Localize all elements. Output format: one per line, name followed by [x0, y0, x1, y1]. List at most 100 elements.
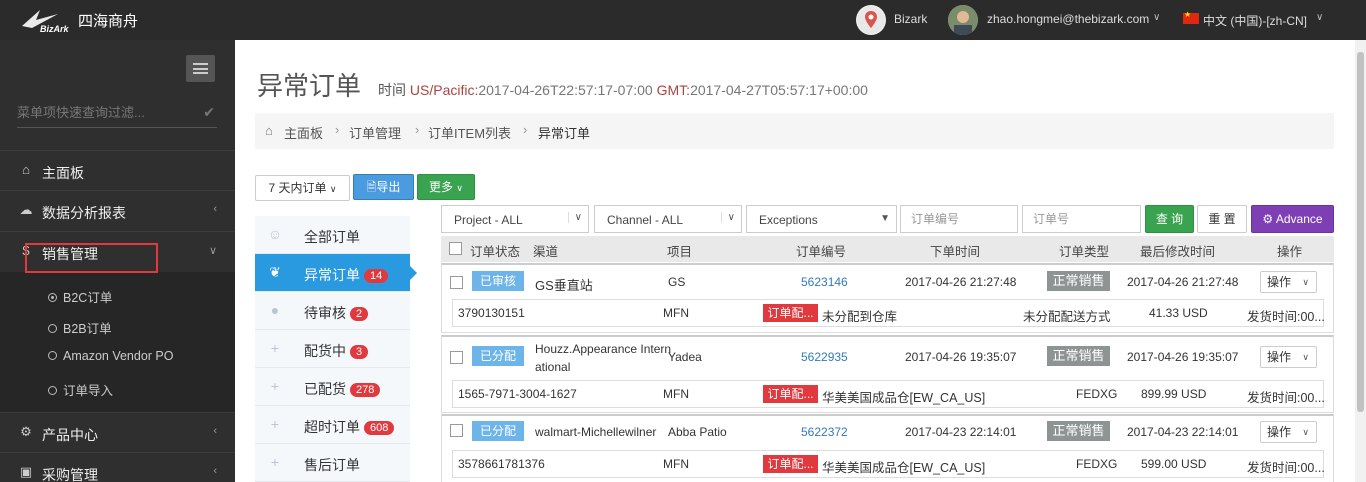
breadcrumb-item-dashboard[interactable]: 主面板: [284, 123, 323, 142]
order-time-cell: 2017-04-23 22:14:01: [905, 425, 1017, 439]
header-order-no: 订单编号: [796, 245, 847, 259]
table-row: 已分配 Houzz.Appearance Intern ational Yade…: [441, 335, 1334, 413]
more-button[interactable]: 更多 ∨: [417, 174, 475, 200]
check-icon: ✔: [203, 104, 215, 120]
channel-cell: Houzz.Appearance Intern: [535, 342, 672, 356]
date-range-dropdown[interactable]: 7 天内订单 ∨: [255, 175, 350, 201]
project-select[interactable]: Project - ALL ∨: [441, 205, 589, 233]
row-checkbox[interactable]: [450, 276, 463, 289]
sales-submenu: B2C订单 B2B订单 Amazon Vendor PO 订单导入: [0, 272, 235, 412]
status-label: 全部订单: [304, 229, 360, 245]
language-chevron-icon[interactable]: ∨: [1316, 12, 1323, 23]
submenu-item-b2c[interactable]: B2C订单: [48, 287, 112, 306]
modified-time-cell: 2017-04-23 22:14:01: [1127, 425, 1239, 439]
order-number-link[interactable]: 5622935: [801, 350, 848, 364]
tz1-value: 2017-04-26T22:57:17-07:00: [478, 82, 653, 98]
status-overdue[interactable]: + 超时订单 608: [255, 406, 410, 444]
breadcrumb-separator-icon: ›: [335, 122, 340, 137]
breadcrumb: ⌂ 主面板 › 订单管理 › 订单ITEM列表 › 异常订单: [255, 113, 1334, 149]
user-email[interactable]: zhao.hongmei@thebizark.com: [987, 12, 1149, 26]
project-cell: Yadea: [668, 350, 702, 364]
submenu-item-amazon-vendor[interactable]: Amazon Vendor PO: [48, 349, 173, 363]
brand-logo[interactable]: BizArk 四海商舟: [18, 6, 148, 34]
sidebar-item-reports[interactable]: ☁ 数据分析报表 ‹: [0, 190, 235, 230]
row-action-dropdown[interactable]: 操作 ∨: [1260, 271, 1317, 293]
breadcrumb-separator-icon: ›: [415, 122, 420, 137]
row-action-dropdown[interactable]: 操作 ∨: [1260, 346, 1317, 368]
order-number-link[interactable]: 5623146: [801, 275, 848, 289]
breadcrumb-item-order-items[interactable]: 订单ITEM列表: [428, 123, 511, 142]
account-avatar[interactable]: [856, 5, 886, 35]
status-count-badge: 3: [350, 345, 369, 359]
status-count-badge: 14: [364, 269, 389, 283]
row-checkbox[interactable]: [450, 351, 463, 364]
chevron-down-icon: ∨: [1302, 277, 1309, 287]
order-number-input[interactable]: 订单编号: [900, 205, 1018, 233]
modified-time-cell: 2017-04-26 21:27:48: [1127, 275, 1239, 289]
breadcrumb-item-orders[interactable]: 订单管理: [349, 123, 401, 142]
language-selector[interactable]: 中文 (中国)-[zh-CN]: [1203, 12, 1307, 29]
leaf-icon: ❦: [269, 264, 281, 280]
plus-icon: +: [270, 340, 280, 356]
channel-cell: walmart-Michellewilner: [535, 425, 657, 439]
user-photo-icon: [948, 5, 978, 35]
header-project: 项目: [667, 245, 693, 259]
status-allocated[interactable]: + 已配货 278: [255, 368, 410, 406]
user-avatar[interactable]: [948, 5, 978, 35]
plus-icon: +: [270, 378, 280, 394]
submenu-item-import[interactable]: 订单导入: [48, 380, 113, 399]
user-menu-chevron-icon[interactable]: ∨: [1153, 12, 1160, 23]
row-action-dropdown[interactable]: 操作 ∨: [1260, 421, 1317, 443]
exceptions-select[interactable]: Exceptions ▼: [746, 205, 897, 233]
sidebar-item-purchasing[interactable]: ▣ 采购管理 ‹: [0, 452, 235, 482]
chevron-down-icon: ∨: [567, 212, 582, 223]
status-pending-review[interactable]: ● 待审核 2: [255, 292, 410, 330]
channel-select[interactable]: Channel - ALL ∨: [594, 205, 742, 233]
chevron-down-icon: ∨: [329, 184, 337, 194]
sidebar-item-dashboard[interactable]: ⌂ 主面板: [0, 150, 235, 190]
chevron-down-icon: ∨: [720, 212, 735, 223]
action-label: 操作: [1267, 425, 1292, 439]
export-label: 导出: [376, 180, 401, 194]
status-allocating[interactable]: + 配货中 3: [255, 330, 410, 368]
menu-toggle-button[interactable]: [186, 55, 215, 82]
scrollbar-thumb[interactable]: [1357, 52, 1364, 412]
status-exception-orders[interactable]: ❦ 异常订单 14: [255, 254, 417, 292]
sidebar-item-label: 数据分析报表: [42, 205, 126, 221]
project-cell: GS: [668, 275, 686, 289]
ship-time-cell: 发货时间:00...: [1247, 310, 1325, 324]
status-label: 超时订单: [304, 419, 360, 435]
status-all-orders[interactable]: ☺ 全部订单: [255, 216, 410, 254]
order-id-input[interactable]: 订单号: [1022, 205, 1141, 233]
row-checkbox[interactable]: [450, 424, 463, 437]
action-label: 操作: [1267, 275, 1292, 289]
status-badge: 已分配: [472, 421, 524, 441]
export-button[interactable]: 🗎导出: [353, 174, 414, 200]
shipping-method-cell: FEDXG: [1076, 457, 1118, 471]
cloud-icon: ☁: [19, 202, 33, 217]
search-button[interactable]: 查 询: [1145, 205, 1194, 233]
radio-dot-icon: [48, 293, 57, 302]
sidebar-item-label: 主面板: [42, 165, 84, 181]
radio-dot-icon: [48, 386, 57, 395]
status-badge: 已审核: [472, 271, 524, 291]
select-all-checkbox[interactable]: [449, 242, 462, 255]
cogs-icon: ⚙: [1262, 212, 1274, 226]
account-name[interactable]: Bizark: [894, 12, 927, 26]
shipping-method-cell: FEDXG: [1076, 387, 1118, 401]
channel-select-value: Channel - ALL: [607, 213, 684, 227]
order-sub-row: 3790130151 MFN 订单配... 未分配到仓库 未分配配送方式 41.…: [452, 299, 1325, 327]
menu-filter-input[interactable]: 菜单项快速查询过滤... ✔: [17, 102, 217, 128]
sidebar-item-products[interactable]: ⚙ 产品中心 ‹: [0, 412, 235, 452]
page-scrollbar[interactable]: [1355, 40, 1366, 482]
file-icon: 🗎: [366, 180, 377, 194]
header-status: 订单状态: [470, 245, 521, 259]
submenu-item-b2b[interactable]: B2B订单: [48, 318, 112, 337]
order-number-link[interactable]: 5622372: [801, 425, 848, 439]
page-title: 异常订单: [257, 72, 362, 102]
status-after-sales[interactable]: + 售后订单: [255, 444, 410, 482]
advance-button[interactable]: ⚙ Advance: [1251, 205, 1334, 233]
page-time-info: 时间 US/Pacific:2017-04-26T22:57:17-07:00 …: [378, 80, 868, 100]
reset-button[interactable]: 重 置: [1197, 205, 1247, 233]
radio-dot-icon: [48, 351, 57, 360]
